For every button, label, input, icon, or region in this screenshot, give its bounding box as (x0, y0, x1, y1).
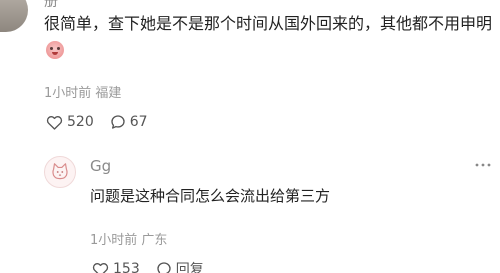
reply-like-button[interactable]: 153 (92, 261, 140, 273)
comment-bubble-icon (157, 262, 171, 273)
comment-count: 67 (129, 114, 148, 130)
reply-text: 问题是这种合同怎么会流出给第三方 (90, 187, 331, 205)
like-count: 520 (67, 114, 94, 130)
reply-location: 广东 (141, 233, 168, 248)
reply-label: 回复 (175, 262, 204, 273)
more-dots-icon (475, 163, 491, 167)
heart-icon (46, 115, 63, 130)
comment-location: 福建 (95, 86, 122, 101)
crying-face-emoji-icon (46, 41, 64, 59)
comment-meta: 1小时前 福建 (44, 82, 121, 101)
reply-meta: 1小时前 广东 (90, 229, 167, 248)
reply-like-count: 153 (113, 261, 140, 273)
comment-thread: 册 很简单，查下她是不是那个时间从国外回来的，其他都不用申明 1小时前 福建 5… (0, 0, 500, 273)
avatar[interactable] (0, 0, 28, 32)
comment-bubble-icon (111, 115, 125, 129)
like-button[interactable]: 520 (46, 114, 94, 130)
avatar[interactable] (44, 156, 76, 188)
reply-time: 1小时前 (90, 233, 138, 248)
comment-actions: 520 67 (46, 114, 164, 130)
cat-avatar-icon (52, 163, 68, 180)
comment-text: 很简单，查下她是不是那个时间从国外回来的，其他都不用申明 (44, 10, 496, 64)
reply-button[interactable]: 回复 (156, 259, 204, 273)
comment-time: 1小时前 (44, 86, 92, 101)
heart-icon (92, 262, 109, 273)
comment-button[interactable]: 67 (110, 114, 148, 130)
more-options-button[interactable] (472, 156, 494, 174)
reply-author[interactable]: Gg (90, 157, 111, 175)
reply-actions: 153 回复 (92, 259, 220, 273)
comment-body: 很简单，查下她是不是那个时间从国外回来的，其他都不用申明 (44, 14, 493, 33)
